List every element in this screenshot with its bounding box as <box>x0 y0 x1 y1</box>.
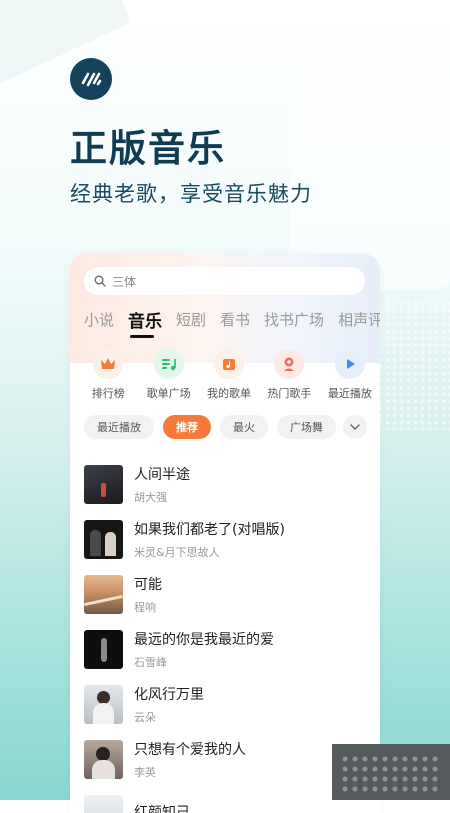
song-title: 如果我们都老了(对唱版) <box>134 522 285 538</box>
song-artist: 程响 <box>134 601 156 614</box>
crown-icon <box>93 349 124 379</box>
album-cover <box>84 795 123 813</box>
search-placeholder: 三体 <box>112 274 137 289</box>
quick-entry-label: 排行榜 <box>91 387 125 400</box>
song-row[interactable]: 人间半途 胡大强 <box>84 457 374 512</box>
quick-entry-playlist-square[interactable]: 歌单广场 <box>138 349 198 401</box>
filter-recommend[interactable]: 推荐 <box>163 415 211 439</box>
song-row[interactable]: 红颜知己 <box>84 787 374 813</box>
filter-recent[interactable]: 最近播放 <box>84 415 154 439</box>
tab-crosstalk[interactable]: 相声评 <box>338 309 380 332</box>
song-row[interactable]: 只想有个爱我的人 李英 <box>84 732 374 787</box>
app-logo <box>70 58 112 100</box>
song-artist: 李英 <box>134 766 156 779</box>
album-cover <box>84 685 123 724</box>
expand-filters-button[interactable] <box>343 415 367 439</box>
album-cover <box>84 575 123 614</box>
quick-entry-label: 热门歌手 <box>267 387 312 400</box>
quick-entry-my-playlist[interactable]: 我的歌单 <box>199 349 259 401</box>
song-row[interactable]: 可能 程响 <box>84 567 374 622</box>
hero-subtitle: 经典老歌，享受音乐魅力 <box>70 182 312 206</box>
tab-short-drama[interactable]: 短剧 <box>176 309 206 332</box>
song-row[interactable]: 化风行万里 云朵 <box>84 677 374 732</box>
song-title: 人间半途 <box>134 467 190 483</box>
album-cover <box>84 740 123 779</box>
quick-entry-label: 最近播放 <box>327 387 372 400</box>
music-folder-icon <box>214 349 245 379</box>
filter-square-dance[interactable]: 广场舞 <box>277 415 336 439</box>
song-list: 人间半途 胡大强 如果我们都老了(对唱版) 米灵&月下思故人 可能 程响 最远的… <box>84 457 374 813</box>
search-icon <box>94 275 106 287</box>
tab-novel[interactable]: 小说 <box>84 309 114 332</box>
song-title: 可能 <box>134 577 162 593</box>
song-title: 化风行万里 <box>134 687 204 703</box>
hero-title: 正版音乐 <box>70 127 226 170</box>
search-input[interactable]: 三体 <box>84 267 365 295</box>
song-artist: 胡大强 <box>134 491 167 504</box>
album-cover <box>84 520 123 559</box>
phone-mockup: 三体 小说 音乐 短剧 看书 找书广场 相声评 排行榜 歌单广场 我的歌单 热门… <box>70 253 380 813</box>
filter-hottest[interactable]: 最火 <box>220 415 268 439</box>
song-artist: 米灵&月下思故人 <box>134 546 220 559</box>
song-artist: 云朵 <box>134 711 156 724</box>
tab-music[interactable]: 音乐 <box>128 307 162 338</box>
singer-icon <box>274 349 305 379</box>
tab-read[interactable]: 看书 <box>220 309 250 332</box>
album-cover <box>84 465 123 504</box>
quick-entry-label: 我的歌单 <box>207 387 252 400</box>
song-artist: 石雪峰 <box>134 656 167 669</box>
play-icon <box>334 349 365 379</box>
quick-entry-hot-singer[interactable]: 热门歌手 <box>259 349 319 401</box>
playlist-icon <box>153 349 184 379</box>
quick-entry-row: 排行榜 歌单广场 我的歌单 热门歌手 最近播放 <box>78 349 380 401</box>
song-row[interactable]: 如果我们都老了(对唱版) 米灵&月下思故人 <box>84 512 374 567</box>
category-tabs: 小说 音乐 短剧 看书 找书广场 相声评 <box>84 307 380 338</box>
tab-book-square[interactable]: 找书广场 <box>264 309 324 332</box>
song-title: 只想有个爱我的人 <box>134 742 246 758</box>
quick-entry-label: 歌单广场 <box>146 387 191 400</box>
quick-entry-recent-play[interactable]: 最近播放 <box>320 349 380 401</box>
chevron-down-icon <box>350 424 360 430</box>
song-row[interactable]: 最远的你是我最近的爱 石雪峰 <box>84 622 374 677</box>
corner-decoration <box>332 744 450 800</box>
logo-icon <box>81 72 102 87</box>
song-title: 最远的你是我最近的爱 <box>134 632 274 648</box>
quick-entry-ranking[interactable]: 排行榜 <box>78 349 138 401</box>
filter-chips: 最近播放 推荐 最火 广场舞 <box>84 415 376 439</box>
song-title: 红颜知己 <box>134 805 190 813</box>
album-cover <box>84 630 123 669</box>
